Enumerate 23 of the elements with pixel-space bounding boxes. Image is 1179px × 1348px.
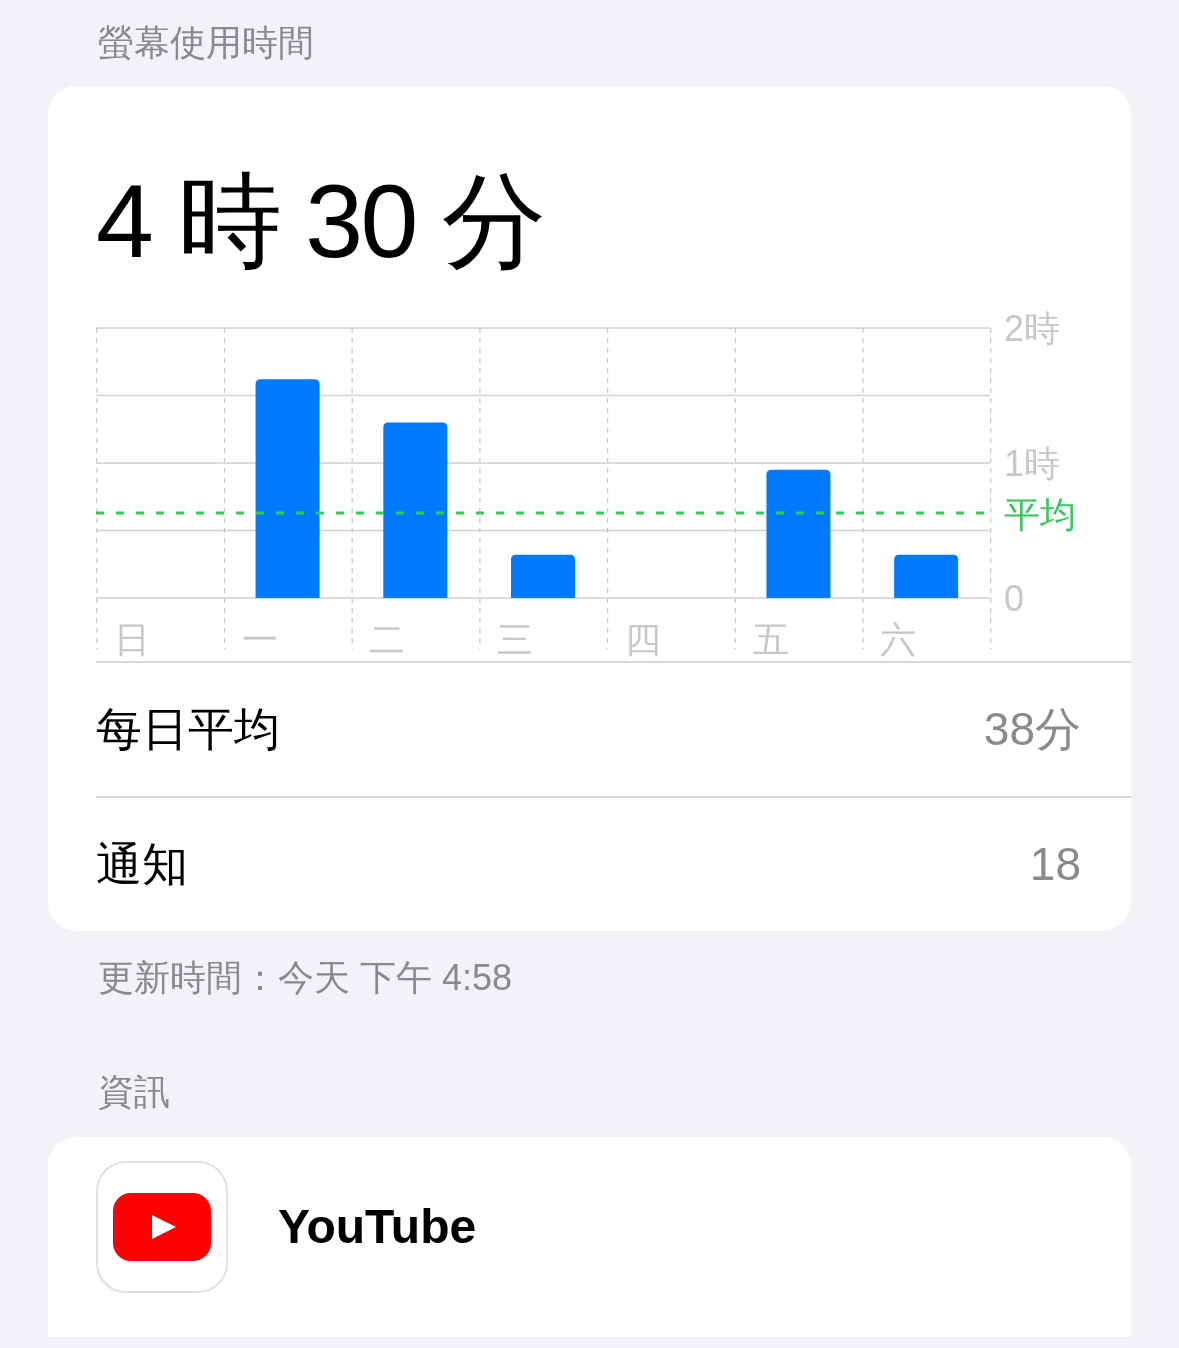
total-time: 4 時 30 分 [96, 166, 544, 276]
axis-label: 二 [369, 619, 406, 660]
axis-label: 一 [241, 619, 278, 660]
axis-label: 0 [1004, 578, 1025, 619]
row-value: 18 [1029, 837, 1081, 892]
average-label: 平均 [1004, 493, 1076, 535]
app-name: YouTube [278, 1199, 477, 1255]
bar [511, 554, 575, 598]
section-title: 資訊 [98, 1070, 170, 1114]
axis-label: 日 [114, 619, 150, 660]
axis-label: 四 [624, 619, 661, 660]
axis-label: 1時 [1004, 443, 1061, 484]
row-label: 每日平均 [96, 702, 280, 757]
axis-label: 六 [880, 619, 917, 660]
bar [894, 554, 959, 598]
axis-label: 2時 [1004, 308, 1061, 349]
axis-label: 三 [497, 619, 534, 660]
row-label: 通知 [96, 837, 188, 892]
play-icon [113, 1193, 211, 1261]
axis-label: 五 [752, 619, 789, 660]
section-title: 螢幕使用時間 [97, 21, 314, 65]
row-value: 38分 [983, 702, 1081, 757]
updated-note: 更新時間：今天 下午 4:58 [98, 956, 513, 1000]
